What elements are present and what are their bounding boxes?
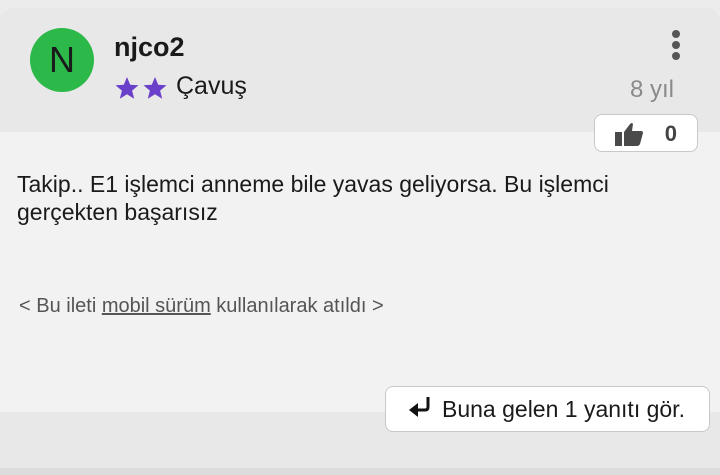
post-body: Takip.. E1 işlemci anneme bile yavas gel… — [17, 171, 609, 225]
star-icon — [142, 76, 168, 100]
more-vertical-icon[interactable] — [664, 28, 688, 60]
view-replies-button[interactable]: Buna gelen 1 yanıtı gör. — [385, 386, 710, 432]
like-count: 0 — [664, 121, 677, 146]
mobile-version-note: < Bu ileti mobil sürüm kullanılarak atıl… — [19, 295, 384, 318]
thumbs-up-icon — [613, 121, 645, 152]
mobile-note-suffix: kullanılarak atıldı > — [210, 295, 384, 317]
avatar[interactable]: N — [30, 28, 94, 92]
mobile-version-link[interactable]: mobil sürüm — [102, 295, 211, 317]
rank-label: Çavuş — [176, 72, 247, 100]
mobile-note-prefix: < Bu ileti — [19, 295, 102, 317]
post-age: 8 yıl — [629, 76, 674, 103]
forum-post-card: N njco2 Çavuş 8 yıl 0 Takip.. E1 işlemci… — [0, 8, 720, 468]
reply-arrow-icon — [408, 395, 434, 424]
username[interactable]: njco2 — [114, 32, 185, 63]
rank-stars — [114, 76, 168, 100]
view-replies-label: Buna gelen 1 yanıtı gör. — [442, 395, 685, 422]
star-icon — [114, 76, 140, 100]
like-button[interactable]: 0 — [594, 114, 698, 152]
next-post-edge — [0, 468, 720, 475]
